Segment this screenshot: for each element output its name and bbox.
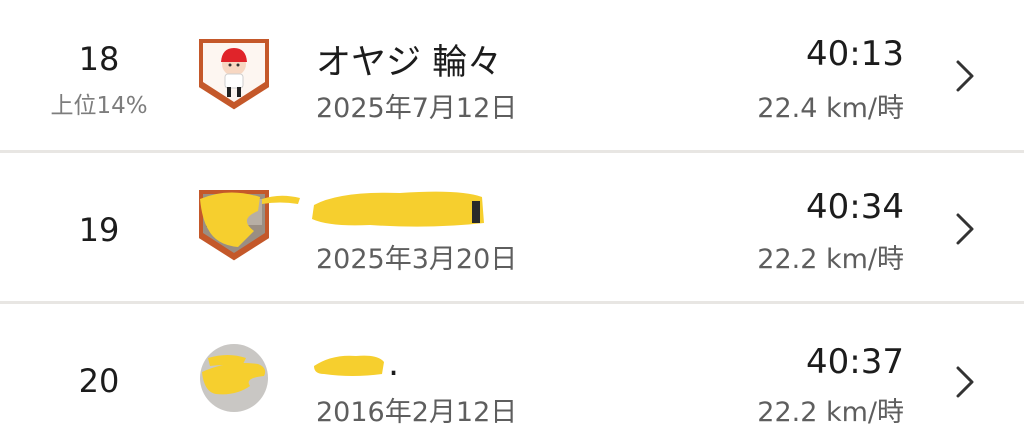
rank-number: 19 [78, 211, 120, 249]
leaderboard-row[interactable]: 19 2025年3月20日 40:34 22.2 km/時 [0, 153, 1024, 301]
chevron-right-icon[interactable] [954, 211, 976, 247]
photo-avatar-icon [199, 190, 269, 261]
chevron-right-icon[interactable] [954, 58, 976, 94]
effort-date: 2025年7月12日 [316, 93, 518, 124]
rank-percentile: 上位14% [50, 93, 148, 119]
chevron-right-icon[interactable] [954, 364, 976, 400]
leaderboard-row[interactable]: 18 上位14% オヤジ 輪々 2025年7月12日 40:13 22.4 km… [0, 0, 1024, 150]
effort-speed: 22.2 km/時 [757, 397, 904, 428]
athlete-name[interactable]: オヤジ 輪々 [316, 34, 502, 85]
effort-speed: 22.2 km/時 [757, 244, 904, 275]
effort-date: 2025年3月20日 [316, 244, 518, 275]
segment-leaderboard-list: 18 上位14% オヤジ 輪々 2025年7月12日 40:13 22.4 km… [0, 0, 1024, 447]
redaction-mark [262, 195, 300, 204]
effort-time: 40:34 [806, 187, 904, 227]
effort-time: 40:37 [806, 342, 904, 382]
effort-time: 40:13 [806, 34, 904, 74]
cartoon-rider-avatar-icon [199, 39, 269, 110]
redaction-mark [312, 191, 484, 227]
redaction-mark [314, 355, 384, 376]
effort-date: 2016年2月12日 [316, 397, 518, 428]
effort-speed: 22.4 km/時 [757, 93, 904, 124]
rank-number: 18 [78, 40, 120, 78]
rank-number: 20 [78, 362, 120, 400]
round-photo-avatar-icon [200, 344, 268, 412]
leaderboard-row[interactable]: 20 . 2016年2月12日 40:37 22.2 km/時 [0, 304, 1024, 447]
athlete-name[interactable]: . [388, 344, 399, 384]
